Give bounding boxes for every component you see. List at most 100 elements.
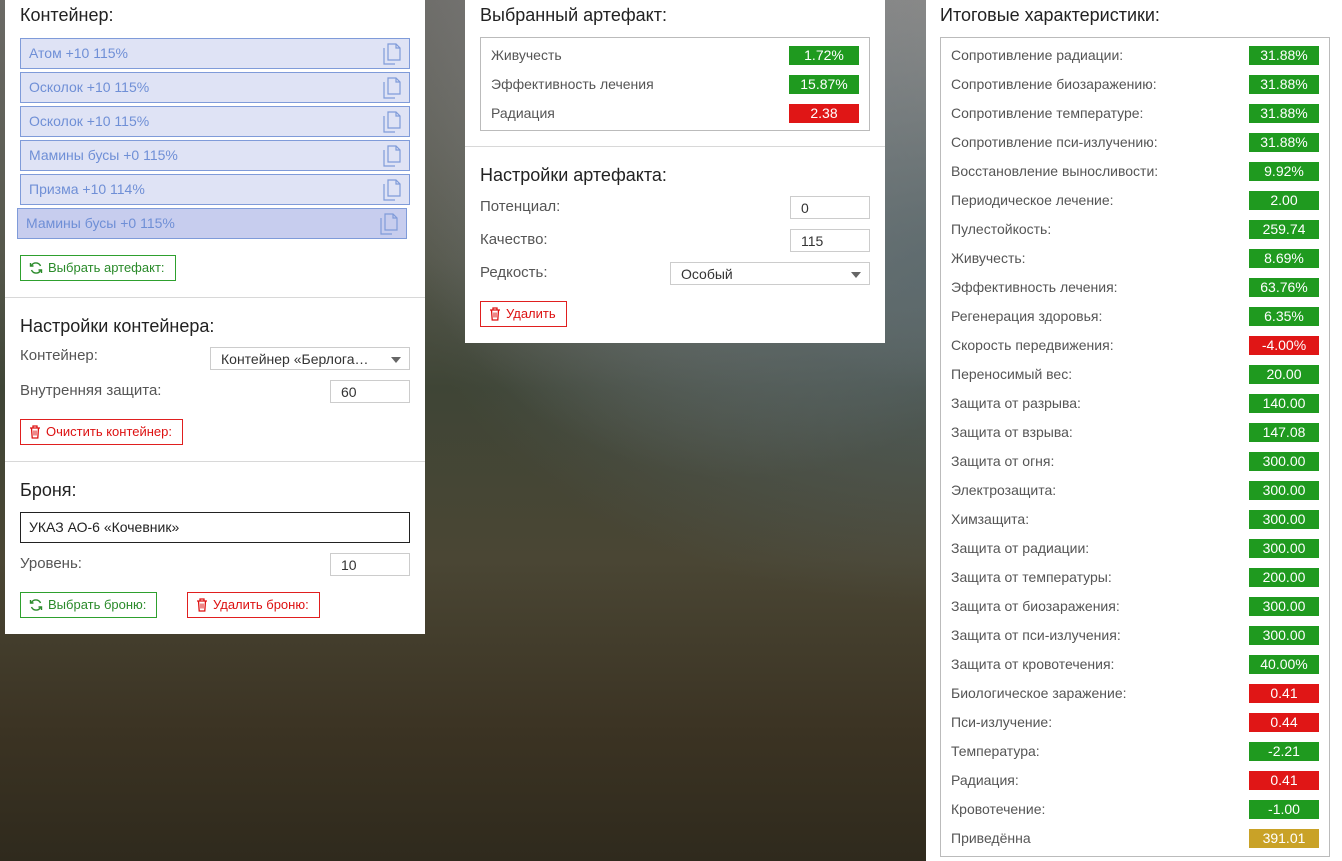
total-stat-row: Регенерация здоровья: 6.35%: [941, 302, 1329, 331]
artifact-stats-box: Живучесть 1.72% Эффективность лечения 15…: [480, 37, 870, 131]
chevron-down-icon: [851, 272, 861, 278]
potential-input[interactable]: 0: [790, 196, 870, 219]
select-artifact-button[interactable]: Выбрать артефакт:: [20, 255, 176, 281]
total-stat-row: Эффективность лечения: 63.76%: [941, 273, 1329, 302]
stat-label: Температура:: [951, 743, 1040, 759]
artifact-label: Мамины бусы +0 115%: [29, 147, 178, 163]
stat-value: 0.44: [1249, 713, 1319, 732]
artifact-label: Атом +10 115%: [29, 45, 128, 61]
stat-value: 31.88%: [1249, 46, 1319, 65]
select-armor-button[interactable]: Выбрать броню:: [20, 592, 158, 618]
total-stat-row: Пулестойкость: 259.74: [941, 215, 1329, 244]
total-stat-row: Защита от биозаражения: 300.00: [941, 592, 1329, 621]
stat-label: Периодическое лечение:: [951, 192, 1114, 208]
stat-label: Радиация: [491, 105, 555, 121]
stat-value: 2.00: [1249, 191, 1319, 210]
inner-protection-label: Внутренняя защита:: [20, 382, 162, 399]
armor-title: Броня:: [20, 480, 77, 500]
copy-icon[interactable]: [382, 179, 402, 211]
copy-icon[interactable]: [379, 213, 399, 245]
stat-value: 259.74: [1249, 220, 1319, 239]
total-stat-row: Живучесть: 8.69%: [941, 244, 1329, 273]
stat-label: Защита от кровотечения:: [951, 656, 1115, 672]
artifact-settings-title: Настройки артефакта:: [480, 165, 667, 185]
copy-icon[interactable]: [382, 145, 402, 177]
stat-value: 40.00%: [1249, 655, 1319, 674]
stat-label: Защита от пси-излучения:: [951, 627, 1121, 643]
stat-value: 391.01: [1249, 829, 1319, 848]
delete-armor-button[interactable]: Удалить броню:: [187, 592, 320, 618]
stat-value: 63.76%: [1249, 278, 1319, 297]
clear-container-label: Очистить контейнер:: [46, 424, 172, 439]
stat-value: 0.41: [1249, 771, 1319, 790]
copy-icon[interactable]: [382, 43, 402, 75]
total-stat-row: Сопротивление пси-излучению: 31.88%: [941, 128, 1329, 157]
total-stat-row: Периодическое лечение: 2.00: [941, 186, 1329, 215]
container-select[interactable]: Контейнер «Берлога…: [210, 347, 410, 370]
rarity-select[interactable]: Особый: [670, 262, 870, 285]
armor-field[interactable]: УКАЗ АО-6 «Кочевник»: [20, 512, 410, 543]
stat-value: -4.00%: [1249, 336, 1319, 355]
total-stat-row: Сопротивление биозаражению: 31.88%: [941, 70, 1329, 99]
stat-value: -1.00: [1249, 800, 1319, 819]
artifact-slot-selected[interactable]: Мамины бусы +0 115%: [17, 208, 407, 239]
stat-value: 1.72%: [789, 46, 859, 65]
artifact-slot[interactable]: Осколок +10 115%: [20, 72, 410, 103]
stat-label: Биологическое заражение:: [951, 685, 1127, 701]
stat-label: Живучесть:: [951, 250, 1026, 266]
stat-label: Сопротивление пси-излучению:: [951, 134, 1158, 150]
total-stat-row: Скорость передвижения: -4.00%: [941, 331, 1329, 360]
divider: [465, 146, 885, 147]
selected-artifact-panel: Выбранный артефакт: Живучесть 1.72% Эффе…: [465, 0, 885, 343]
select-armor-label: Выбрать броню:: [48, 597, 147, 612]
totals-stats-box: Сопротивление радиации: 31.88% Сопротивлен…: [940, 37, 1330, 857]
total-stat-row: Электрозащита: 300.00: [941, 476, 1329, 505]
clear-container-button[interactable]: Очистить контейнер:: [20, 419, 183, 445]
divider: [5, 297, 425, 298]
stat-label: Переносимый вес:: [951, 366, 1073, 382]
level-label: Уровень:: [20, 555, 82, 572]
stat-value: 300.00: [1249, 481, 1319, 500]
stat-label: Эффективность лечения:: [951, 279, 1118, 295]
container-panel: Контейнер: Атом +10 115% Осколок +10 115…: [5, 0, 425, 634]
trash-icon: [197, 598, 207, 612]
total-stat-row: Сопротивление температуре: 31.88%: [941, 99, 1329, 128]
total-stat-row: Защита от радиации: 300.00: [941, 534, 1329, 563]
total-stat-row: Защита от огня: 300.00: [941, 447, 1329, 476]
quality-input[interactable]: 115: [790, 229, 870, 252]
copy-icon[interactable]: [382, 77, 402, 109]
trash-icon: [30, 425, 40, 439]
quality-label: Качество:: [480, 231, 548, 248]
stat-value: 300.00: [1249, 626, 1319, 645]
total-stat-row: Защита от разрыва: 140.00: [941, 389, 1329, 418]
refresh-icon: [29, 599, 43, 611]
stat-value: 147.08: [1249, 423, 1319, 442]
total-stat-row: Переносимый вес: 20.00: [941, 360, 1329, 389]
artifact-label: Призма +10 114%: [29, 181, 145, 197]
total-stat-row: Защита от температуры: 200.00: [941, 563, 1329, 592]
artifact-slot[interactable]: Осколок +10 115%: [20, 106, 410, 137]
total-stat-row: Защита от пси-излучения: 300.00: [941, 621, 1329, 650]
level-input[interactable]: 10: [330, 553, 410, 576]
artifact-slot[interactable]: Мамины бусы +0 115%: [20, 140, 410, 171]
stat-label: Кровотечение:: [951, 801, 1046, 817]
stat-value: 9.92%: [1249, 162, 1319, 181]
stat-label: Эффективность лечения: [491, 76, 654, 92]
stat-label: Электрозащита:: [951, 482, 1057, 498]
stat-value: 300.00: [1249, 539, 1319, 558]
inner-protection-input[interactable]: 60: [330, 380, 410, 403]
stat-label: Сопротивление температуре:: [951, 105, 1144, 121]
copy-icon[interactable]: [382, 111, 402, 143]
delete-armor-label: Удалить броню:: [213, 597, 309, 612]
stat-value: 300.00: [1249, 452, 1319, 471]
artifact-slot[interactable]: Призма +10 114%: [20, 174, 410, 205]
stat-label: Радиация:: [951, 772, 1019, 788]
total-stat-row: Приведённа 391.01: [941, 824, 1329, 853]
container-title: Контейнер:: [20, 5, 114, 25]
chevron-down-icon: [391, 357, 401, 363]
stat-value: 15.87%: [789, 75, 859, 94]
delete-artifact-button[interactable]: Удалить: [480, 301, 567, 327]
stat-label: Защита от разрыва:: [951, 395, 1081, 411]
totals-panel: Итоговые характеристики: Сопротивление р…: [926, 0, 1342, 861]
artifact-slot[interactable]: Атом +10 115%: [20, 38, 410, 69]
